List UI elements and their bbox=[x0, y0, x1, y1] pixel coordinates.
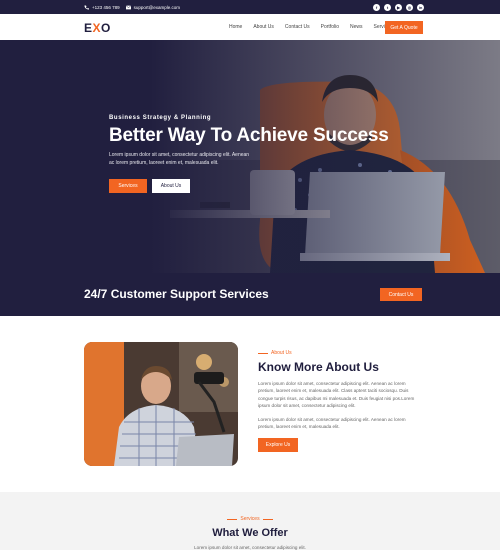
hero-kicker: Business Strategy & Planning bbox=[109, 115, 212, 121]
about-us-button[interactable]: About Us bbox=[152, 179, 190, 193]
main-navbar: EXO Home About Us Contact Us Portfolio N… bbox=[0, 14, 500, 40]
tag-line-left bbox=[227, 518, 238, 520]
email-item[interactable]: support@example.com bbox=[125, 4, 180, 10]
instagram-icon[interactable]: ◎ bbox=[406, 3, 413, 11]
nav-news[interactable]: News bbox=[350, 24, 363, 30]
hero-description: Lorem ipsum dolor sit amet, consectetur … bbox=[109, 152, 250, 166]
linkedin-icon[interactable]: in bbox=[417, 3, 424, 11]
tag-line bbox=[258, 352, 268, 354]
nav-portfolio[interactable]: Portfolio bbox=[321, 24, 339, 30]
phone-item[interactable]: +123 456 789 bbox=[84, 5, 120, 10]
hero-title: Better Way To Achieve Success bbox=[109, 125, 389, 146]
services-section: Services What We Offer Lorem ipsum dolor… bbox=[0, 492, 500, 550]
twitter-icon[interactable]: t bbox=[384, 3, 391, 11]
services-title: What We Offer bbox=[212, 527, 288, 539]
hero-buttons: Services About Us bbox=[109, 179, 190, 193]
logo-letter-x: X bbox=[92, 21, 102, 35]
phone-number: +123 456 789 bbox=[92, 4, 120, 10]
site-logo[interactable]: EXO bbox=[84, 21, 111, 35]
top-bar: +123 456 789 support@example.com f t ▶ ◎… bbox=[0, 0, 500, 14]
services-description: Lorem ipsum dolor sit amet, consectetur … bbox=[194, 545, 306, 550]
logo-letter-e: E bbox=[84, 21, 93, 35]
envelope-icon bbox=[125, 4, 131, 10]
about-photo bbox=[84, 342, 238, 466]
logo-letter-o: O bbox=[101, 21, 111, 35]
youtube-icon[interactable]: ▶ bbox=[395, 3, 402, 11]
about-paragraph-2: Lorem ipsum dolor sit amet, consectetur … bbox=[258, 416, 406, 430]
support-title: 24/7 Customer Support Services bbox=[84, 287, 269, 301]
explore-us-button[interactable]: Explore Us bbox=[258, 438, 298, 453]
facebook-icon[interactable]: f bbox=[373, 3, 380, 11]
about-title: Know More About Us bbox=[258, 360, 379, 374]
about-section: About Us Know More About Us Lorem ipsum … bbox=[258, 350, 418, 453]
about-tag-label: About Us bbox=[271, 350, 292, 356]
services-tag: Services bbox=[0, 516, 500, 522]
get-a-quote-button[interactable]: Get A Quote bbox=[385, 21, 423, 34]
nav-about-us[interactable]: About Us bbox=[253, 24, 274, 30]
top-contact: +123 456 789 support@example.com bbox=[84, 0, 180, 14]
services-button[interactable]: Services bbox=[109, 179, 147, 193]
tag-line-right bbox=[262, 518, 273, 520]
hero-text: Business Strategy & Planning Better Way … bbox=[109, 115, 389, 167]
support-banner: 24/7 Customer Support Services Contact U… bbox=[0, 273, 500, 316]
social-links: f t ▶ ◎ in bbox=[373, 0, 424, 14]
nav-menu: Home About Us Contact Us Portfolio News … bbox=[229, 14, 404, 40]
about-tag: About Us bbox=[258, 350, 418, 356]
services-tag-label: Services bbox=[240, 516, 260, 522]
hero-section: Business Strategy & Planning Better Way … bbox=[0, 40, 500, 273]
nav-home[interactable]: Home bbox=[229, 24, 242, 30]
nav-contact-us[interactable]: Contact Us bbox=[285, 24, 310, 30]
contact-us-button[interactable]: Contact Us bbox=[380, 288, 422, 301]
email-address: support@example.com bbox=[133, 4, 180, 10]
phone-icon bbox=[84, 5, 89, 10]
about-paragraph-1: Lorem ipsum dolor sit amet, consectetur … bbox=[258, 381, 415, 409]
